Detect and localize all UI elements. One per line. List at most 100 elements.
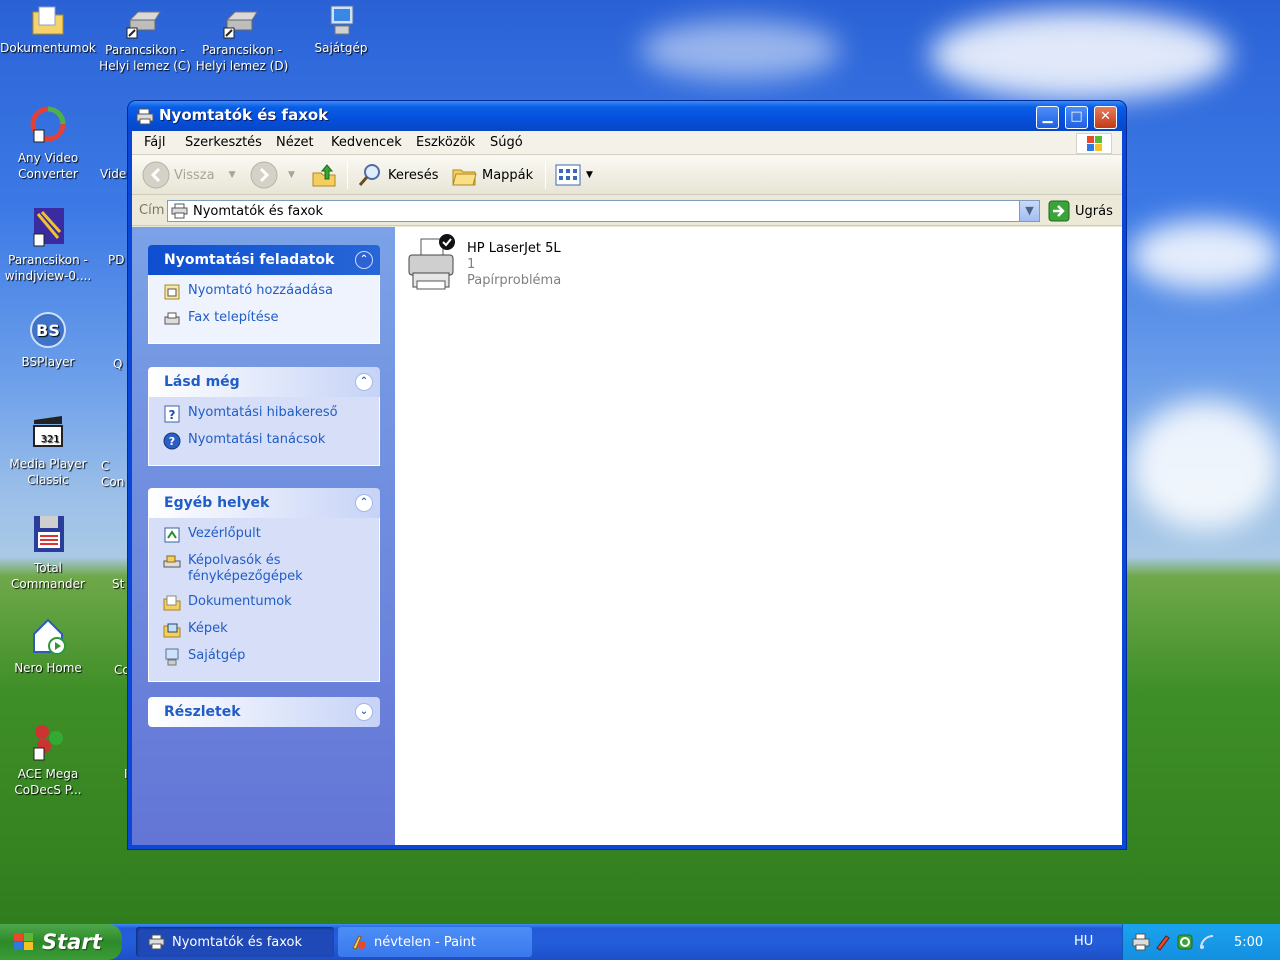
search-button[interactable]: Keresés [356, 161, 438, 189]
views-button[interactable]: ▼ [554, 161, 593, 189]
taskbar-item-printers[interactable]: Nyomtatók és faxok [136, 927, 334, 957]
taskbar-item-label: névtelen - Paint [374, 934, 477, 950]
address-dropdown-button[interactable]: ▼ [1019, 201, 1039, 221]
desktop-icon-label: BSPlayer [21, 355, 75, 369]
printing-tips-link[interactable]: ? Nyomtatási tanácsok [163, 432, 379, 450]
desktop-icon-any-video-converter[interactable]: Any Video Converter [0, 104, 96, 182]
title-bar[interactable]: Nyomtatók és faxok ▁ □ ✕ [128, 101, 1126, 131]
my-computer-link[interactable]: Sajátgép [163, 648, 379, 666]
desktop-icon-total-commander[interactable]: Total Commander [0, 514, 96, 592]
up-folder-button[interactable] [310, 161, 338, 189]
minimize-button[interactable]: ▁ [1036, 106, 1059, 129]
scanners-cameras-link[interactable]: Képolvasók és fényképezőgépek [163, 553, 379, 585]
computer-icon [165, 648, 179, 666]
setup-fax-link[interactable]: Fax telepítése [163, 310, 379, 328]
taskbar-item-paint[interactable]: névtelen - Paint [338, 927, 532, 957]
nero-home-icon [33, 618, 66, 655]
menu-edit[interactable]: Szerkesztés [185, 135, 262, 150]
scanner-camera-icon [163, 555, 181, 568]
menu-favorites[interactable]: Kedvencek [331, 135, 402, 150]
taskbar-item-label: Nyomtatók és faxok [172, 934, 303, 950]
desktop-icon-media-player-classic[interactable]: 321 Media Player Classic [0, 412, 96, 488]
desktop-icon-label: Q [113, 357, 123, 371]
hard-drive-icon [223, 11, 258, 39]
clock[interactable]: 5:00 [1234, 935, 1263, 950]
back-dropdown-icon: ▼ [228, 170, 236, 180]
close-button[interactable]: ✕ [1094, 106, 1117, 129]
menu-file[interactable]: Fájl [144, 135, 165, 150]
language-indicator[interactable]: HU [1074, 934, 1093, 949]
other-places-header[interactable]: Egyéb helyek ⌃ [148, 488, 380, 518]
up-folder-icon [312, 164, 336, 187]
toolbar-separator [545, 161, 546, 189]
add-printer-link[interactable]: Nyomtató hozzáadása [163, 283, 379, 301]
documents-link[interactable]: Dokumentumok [163, 594, 379, 612]
views-dropdown-icon: ▼ [586, 170, 593, 180]
pictures-link[interactable]: Képek [163, 621, 379, 639]
forward-button[interactable]: ▼ [250, 161, 295, 189]
expand-icon[interactable]: ⌄ [355, 703, 373, 721]
menu-view[interactable]: Nézet [276, 135, 314, 150]
collapse-icon[interactable]: ⌃ [355, 251, 373, 269]
desktop-icon-label: Parancsikon - windjview-0.... [4, 253, 92, 283]
printer-item[interactable]: HP LaserJet 5L 1 Papírprobléma [403, 233, 561, 295]
desktop-icon-drive-c[interactable]: Parancsikon - Helyi lemez (C) [97, 8, 193, 74]
security-tray-icon[interactable] [1176, 933, 1194, 951]
printer-tasks-body: Nyomtató hozzáadása Fax telepítése [148, 275, 380, 344]
printer-tray-icon[interactable] [1132, 933, 1150, 951]
printer-info: HP LaserJet 5L 1 Papírprobléma [467, 241, 561, 295]
help-circle-icon: ? [163, 432, 181, 450]
panel-title: Lásd még [164, 374, 240, 390]
network-tray-icon[interactable] [1198, 933, 1216, 951]
menu-help[interactable]: Súgó [490, 135, 523, 150]
desktop-icon-partial[interactable]: Q [113, 356, 129, 372]
go-button[interactable]: Ugrás [1048, 200, 1113, 222]
address-bar: Cím Nyomtatók és faxok ▼ Ugrás [132, 196, 1122, 226]
desktop-icon-label: PD [108, 253, 125, 267]
maximize-button[interactable]: □ [1065, 106, 1088, 129]
fax-icon [164, 312, 180, 325]
desktop-icon-documents[interactable]: Dokumentumok [0, 2, 96, 56]
menu-tools[interactable]: Eszközök [416, 135, 475, 150]
printer-folder-icon [148, 934, 165, 950]
svg-text:321: 321 [40, 434, 59, 445]
paint-icon [352, 935, 366, 950]
desktop-icon-partial[interactable]: PD [108, 252, 128, 268]
help-page-icon: ? [164, 405, 180, 423]
control-panel-link[interactable]: Vezérlőpult [163, 526, 379, 544]
folders-button[interactable]: Mappák [450, 161, 533, 189]
computer-icon [330, 5, 354, 35]
printer-icon [408, 234, 455, 290]
see-also-header[interactable]: Lásd még ⌃ [148, 367, 380, 397]
printers-window: Nyomtatók és faxok ▁ □ ✕ Fájl Szerkeszté… [128, 101, 1126, 849]
collapse-icon[interactable]: ⌃ [355, 494, 373, 512]
see-also-body: ? Nyomtatási hibakereső ? Nyomtatási tan… [148, 397, 380, 466]
desktop-icon-partial[interactable]: Vide [100, 166, 128, 182]
details-header[interactable]: Részletek ⌄ [148, 697, 380, 727]
codec-pack-icon [33, 725, 63, 761]
desktop-icon-windjview[interactable]: Parancsikon - windjview-0.... [0, 206, 96, 284]
panel-title: Egyéb helyek [164, 495, 270, 511]
address-field[interactable]: Nyomtatók és faxok ▼ [167, 200, 1040, 222]
desktop-icon-my-computer[interactable]: Sajátgép [293, 2, 389, 56]
desktop-icon-partial[interactable]: C Con [101, 458, 129, 490]
pen-tray-icon[interactable] [1154, 933, 1172, 951]
bsplayer-icon: BS [30, 312, 66, 348]
cloud [1130, 220, 1280, 290]
close-icon: ✕ [1100, 109, 1111, 124]
video-converter-icon [30, 106, 66, 143]
print-troubleshooter-link[interactable]: ? Nyomtatási hibakereső [163, 405, 379, 423]
pictures-folder-icon [163, 623, 181, 638]
folders-icon [452, 169, 477, 186]
printer-tasks-header[interactable]: Nyomtatási feladatok ⌃ [148, 245, 380, 275]
back-button[interactable]: Vissza ▼ [142, 161, 235, 189]
collapse-icon[interactable]: ⌃ [355, 373, 373, 391]
desktop-icon-bsplayer[interactable]: BS BSPlayer [0, 310, 96, 370]
desktop-icon-drive-d[interactable]: Parancsikon - Helyi lemez (D) [194, 8, 290, 74]
desktop-icon-ace-mega-codecs[interactable]: ACE Mega CoDecS P... [0, 720, 96, 798]
other-places-panel: Egyéb helyek ⌃ Vezérlőpult Képolvasók és… [148, 488, 380, 682]
desktop-icon-partial[interactable]: St [112, 576, 128, 592]
start-button[interactable]: Start [0, 924, 122, 960]
desktop-icon-nero-home[interactable]: Nero Home [0, 616, 96, 676]
see-also-panel: Lásd még ⌃ ? Nyomtatási hibakereső ? Nyo… [148, 367, 380, 466]
